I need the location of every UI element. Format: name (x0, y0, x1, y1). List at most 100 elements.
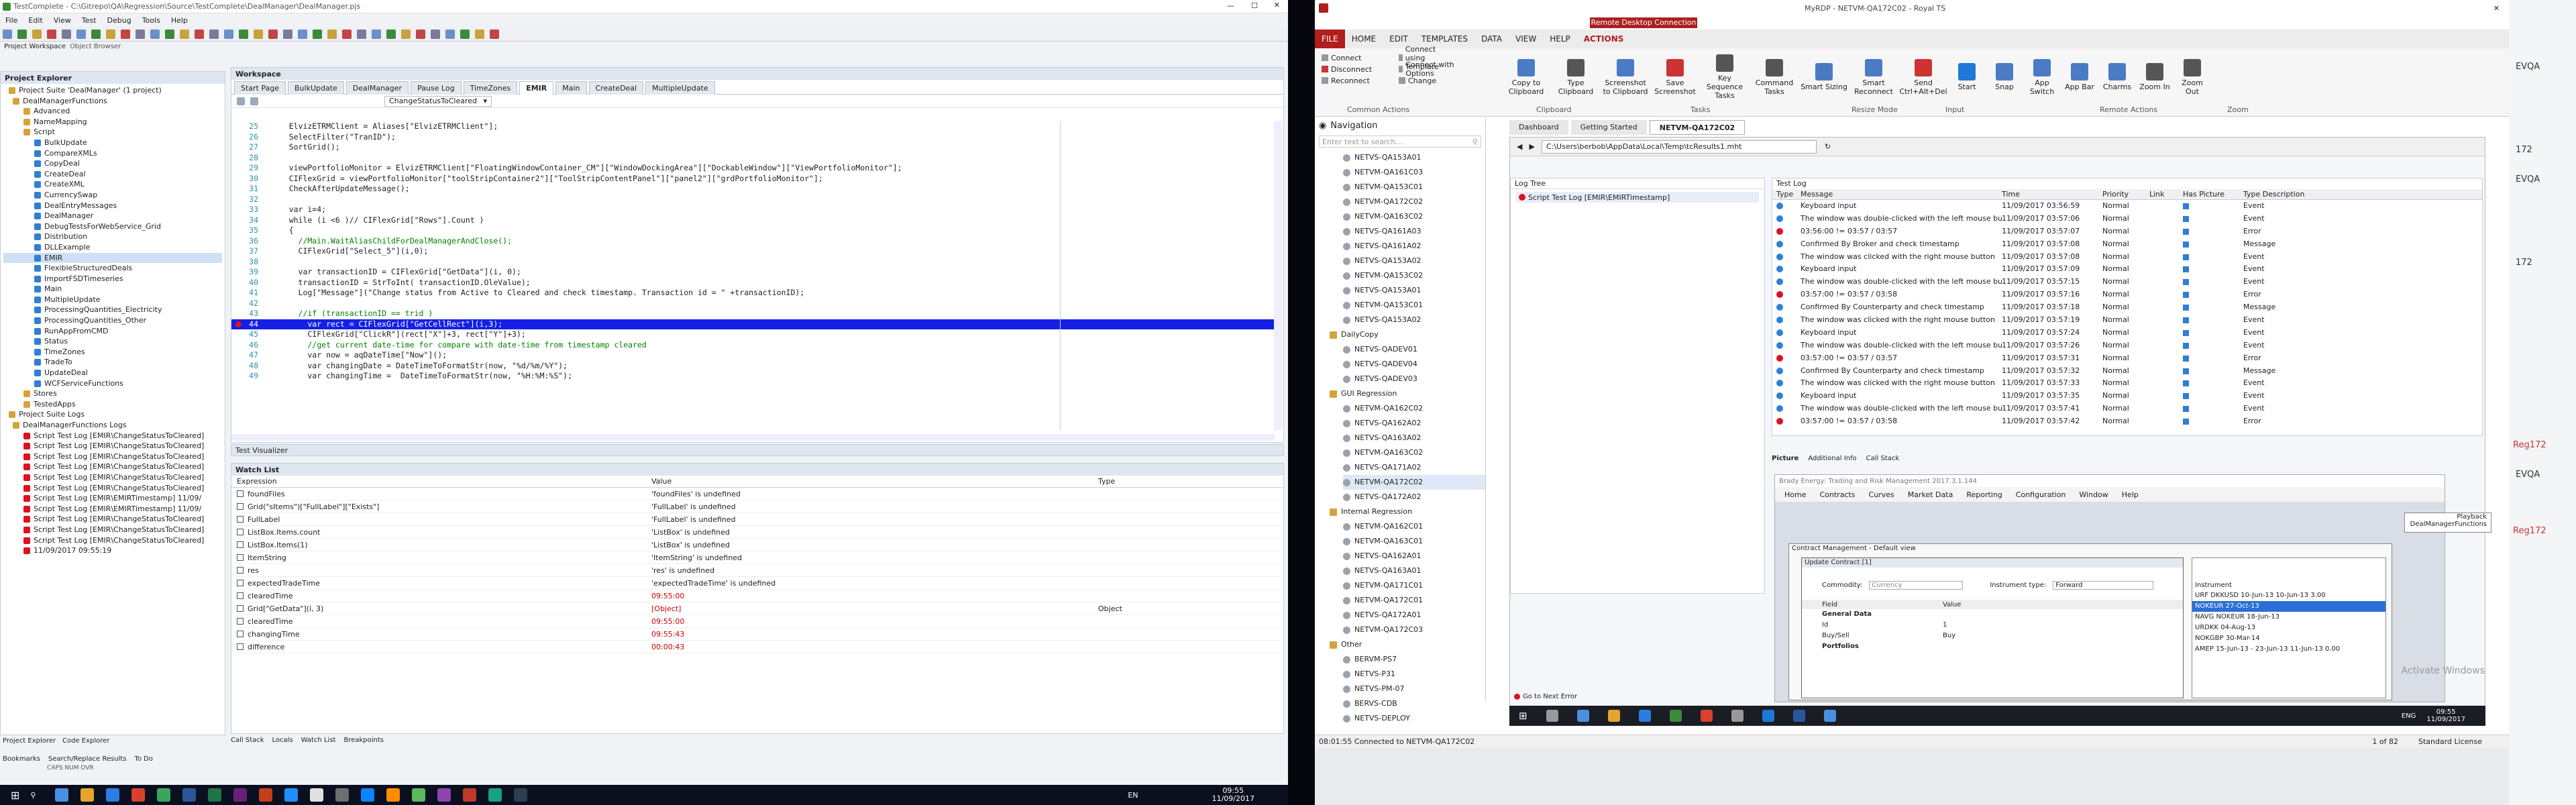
nav-connection[interactable]: NETVS-QA162A01 (1343, 549, 1485, 564)
nav-connection[interactable]: NETVS-QA172A01 (1343, 608, 1485, 623)
code-editor[interactable]: 25 ElvizETRMClient = Aliases["ElvizETRMC… (231, 121, 1275, 430)
ribbon-button-type-clipboard[interactable]: Type Clipboard (1552, 58, 1599, 96)
remote-app-icon[interactable] (1823, 710, 1836, 722)
taskbar-app-icon[interactable] (157, 788, 171, 802)
doc-tab-pause log[interactable]: Pause Log (411, 80, 462, 95)
nav-connection[interactable]: NETVM-QA162C02 (1343, 401, 1485, 416)
test-log-item[interactable]: Script Test Log [EMIR\ChangeStatusToClea… (3, 514, 222, 525)
tree-item[interactable]: ImportFSDTimeseries (3, 274, 222, 284)
tree-item[interactable]: NameMapping (3, 117, 222, 127)
toolbar-button-icon[interactable] (460, 29, 470, 39)
tree-item[interactable]: ProcessingQuantities_Electricity (3, 305, 222, 315)
inner-menu-window[interactable]: Window (2079, 490, 2108, 499)
detail-tab-call-stack[interactable]: Call Stack (1866, 455, 1900, 462)
ribbon-button-start[interactable]: Start (1949, 63, 1984, 91)
ribbon-button-key-sequence-tasks[interactable]: Key Sequence Tasks (1701, 54, 1748, 100)
ribbon-button-smart-reconnect[interactable]: Smart Reconnect (1850, 58, 1897, 96)
panel-tab-breakpoints[interactable]: Breakpoints (343, 737, 384, 744)
log-tree-item[interactable]: Script Test Log [EMIR\EMIRTimestamp] (1516, 192, 1759, 203)
routine-selector[interactable]: ChangeStatusToCleared ▾ (384, 95, 492, 107)
field-row[interactable]: General Data (1822, 609, 2183, 620)
toolbar-button-icon[interactable] (180, 29, 189, 39)
ribbon-button-charms[interactable]: Charms (2100, 63, 2135, 91)
ribbon-tab-file[interactable]: FILE (1315, 30, 1345, 48)
status-tab-search-replace-results[interactable]: Search/Replace Results (48, 755, 127, 763)
watch-checkbox[interactable] (237, 605, 244, 612)
toolbar-button-icon[interactable] (150, 29, 160, 39)
log-row[interactable]: Keyboard input 11/09/2017 03:57:24 Normal E… (1776, 327, 2482, 339)
tree-item[interactable]: Main (3, 284, 222, 294)
remote-app-icon[interactable] (1792, 710, 1805, 722)
instrument-grid-row[interactable]: AMEP 15-Jun-13 - 23-Jun-13 11-Jun-13 0.0… (2192, 644, 2385, 655)
taskbar-app-icon[interactable] (131, 788, 146, 802)
nav-connection[interactable]: NETVM-QA153C02 (1343, 268, 1485, 283)
nav-connection[interactable]: BERVS-CDB (1343, 696, 1485, 711)
doc-tab-main[interactable]: Main (555, 80, 587, 95)
tree-item[interactable]: TimeZones (3, 347, 222, 358)
toolbar-button-icon[interactable] (224, 29, 233, 39)
tab-object-browser[interactable]: Object Browser (70, 43, 121, 50)
menu-view[interactable]: View (54, 16, 71, 25)
navigation-search[interactable]: Enter text to search... ⚲ (1319, 136, 1481, 148)
toolbar-button-icon[interactable] (372, 29, 381, 39)
taskbar-app-icon[interactable] (437, 788, 451, 802)
ribbon-tab-help[interactable]: HELP (1543, 30, 1577, 48)
log-row[interactable]: 03:57:00 != 03:57 / 03:57 11/09/2017 03:5… (1776, 352, 2482, 365)
menu-debug[interactable]: Debug (107, 16, 131, 25)
watch-row[interactable]: foundFiles 'foundFiles' is undefined (237, 488, 1283, 500)
ribbon-button-smart-sizing[interactable]: Smart Sizing (1801, 63, 1847, 91)
watch-row[interactable]: difference 00:00:43 (237, 641, 1283, 653)
taskbar-app-icon[interactable] (335, 788, 350, 802)
nav-connection[interactable]: NETVS-DEPLOY (1343, 711, 1485, 726)
ribbon-button-send-ctrl-alt-del[interactable]: Send Ctrl+Alt+Del (1899, 58, 1947, 96)
col-expression[interactable]: Expression (237, 477, 651, 486)
taskbar-app-icon[interactable] (233, 788, 248, 802)
log-row[interactable]: Keyboard input 11/09/2017 03:56:59 Normal E… (1776, 200, 2482, 213)
watch-checkbox[interactable] (237, 541, 244, 548)
test-log-item[interactable]: Script Test Log [EMIR\EMIRTimestamp] 11/… (3, 493, 222, 504)
status-tab-bookmarks[interactable]: Bookmarks (3, 755, 40, 763)
tree-item[interactable]: CompareXMLs (3, 148, 222, 159)
instrument-select[interactable]: Forward (2053, 580, 2154, 590)
nav-folder[interactable]: Other (1330, 637, 1485, 652)
inner-menu-market-data[interactable]: Market Data (1908, 490, 1953, 499)
watch-row[interactable]: ItemString 'ItemString' is undefined (237, 551, 1283, 564)
ribbon-button-command-tasks[interactable]: Command Tasks (1751, 58, 1798, 96)
watch-row[interactable]: Grid["GetData"](i, 3) [Object] Object (237, 602, 1283, 615)
toolbar-button-icon[interactable] (445, 29, 455, 39)
log-row[interactable]: Keyboard input 11/09/2017 03:57:35 Normal E… (1776, 390, 2482, 402)
inner-menu-help[interactable]: Help (2122, 490, 2139, 499)
ribbon-button-app-switch[interactable]: App Switch (2025, 58, 2059, 96)
log-row[interactable]: Confirmed By Broker and check timestamp 1… (1776, 238, 2482, 251)
toolbar-button-icon[interactable] (17, 29, 27, 39)
nav-connection[interactable]: NETVS-QADEV04 (1343, 357, 1485, 372)
log-row[interactable]: The window was double-clicked with the l… (1776, 339, 2482, 352)
editor-vertical-scrollbar[interactable] (1274, 121, 1282, 430)
toolbar-button-icon[interactable] (490, 29, 499, 39)
close-icon[interactable]: ✕ (1274, 1, 1280, 9)
inner-menu-contracts[interactable]: Contracts (1819, 490, 1855, 499)
log-col-has-picture[interactable]: Has Picture (2183, 190, 2243, 199)
menu-test[interactable]: Test (82, 16, 97, 25)
nav-connection[interactable]: NETVM-QA153C01 (1343, 298, 1485, 313)
nav-connection[interactable]: NETVS-QA153A01 (1343, 283, 1485, 298)
doc-tab-dealmanager[interactable]: DealManager (345, 80, 409, 95)
watch-checkbox[interactable] (237, 490, 244, 497)
tree-item[interactable]: RunAppFromCMD (3, 326, 222, 337)
next-error-link[interactable]: Go to Next Error (1514, 692, 1577, 701)
watch-row[interactable]: res 'res' is undefined (237, 564, 1283, 577)
tree-item[interactable]: TestedApps (3, 399, 222, 410)
connection-tab-getting-started[interactable]: Getting Started (1570, 120, 1647, 135)
test-log-item[interactable]: Script Test Log [EMIR\ChangeStatusToClea… (3, 431, 222, 441)
tree-item[interactable]: EMIR (3, 252, 222, 264)
taskbar-app-icon[interactable] (310, 788, 324, 802)
ribbon-button-snap[interactable]: Snap (1987, 63, 2022, 91)
ribbon-tab-actions[interactable]: ACTIONS (1577, 30, 1631, 48)
nav-connection[interactable]: NETVM-QA172C02 (1343, 475, 1485, 490)
tree-item[interactable]: Project Suite 'DealManager' (1 project) (3, 85, 222, 96)
test-log-item[interactable]: 11/09/2017 09:55:19 (3, 545, 222, 556)
nav-connection[interactable]: NETVM-QA172C01 (1343, 593, 1485, 608)
nav-connection[interactable]: NETVS-QA153A02 (1343, 313, 1485, 327)
tab-project-workspace[interactable]: Project Workspace (4, 43, 66, 50)
doc-tab-bulkupdate[interactable]: BulkUpdate (288, 80, 344, 95)
